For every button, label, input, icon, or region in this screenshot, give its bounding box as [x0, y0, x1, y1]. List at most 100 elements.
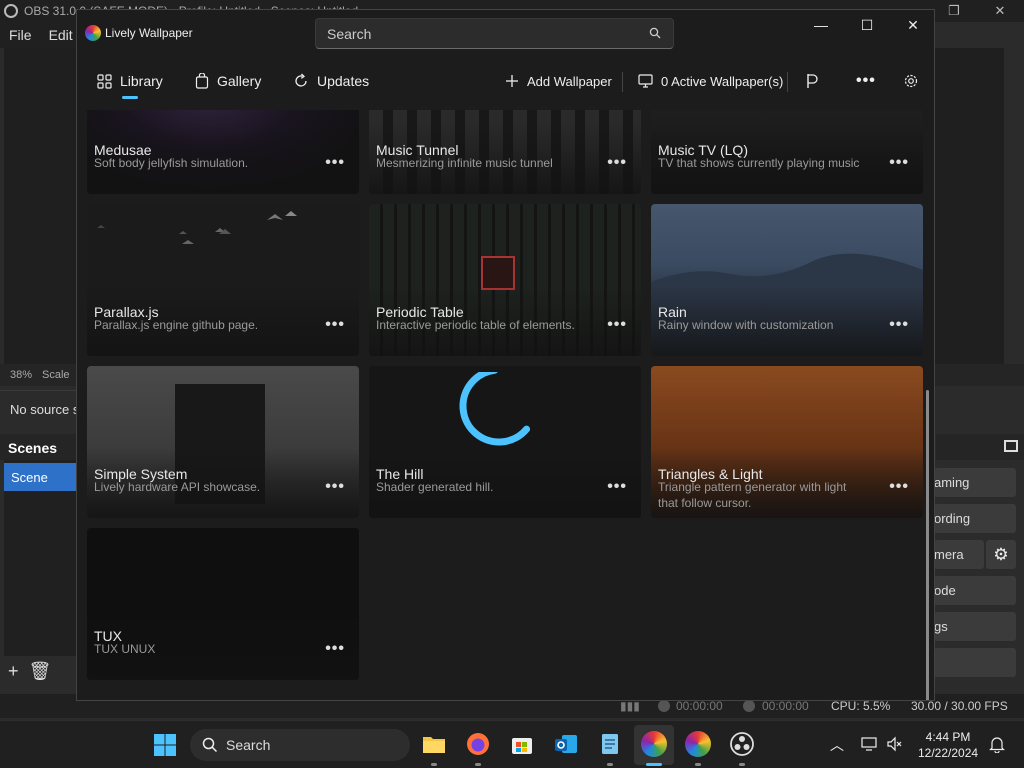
wallpaper-card[interactable]: Simple System Lively hardware API showca… [87, 366, 359, 518]
lively-nav-bar: Library Gallery Updates Add Wallpaper 0 … [77, 66, 934, 106]
wallpaper-more-icon[interactable]: ••• [889, 316, 909, 334]
wallpaper-more-icon[interactable]: ••• [889, 478, 909, 496]
firefox-icon[interactable] [465, 731, 491, 757]
menu-file[interactable]: File [9, 27, 32, 43]
lively-wallpaper-taskbar-icon[interactable] [641, 731, 667, 757]
wallpaper-description: Rainy window with customization [658, 318, 834, 332]
add-wallpaper-button[interactable]: Add Wallpaper [505, 66, 612, 96]
remove-scene-icon[interactable]: 🗑 [29, 661, 52, 682]
outlook-icon[interactable] [553, 731, 579, 757]
obs-scene-item[interactable]: Scene [4, 463, 76, 491]
minimize-icon[interactable]: — [798, 10, 844, 40]
wallpaper-more-icon[interactable]: ••• [889, 154, 909, 172]
virtual-camera-button[interactable]: mera [934, 540, 984, 569]
search-icon [202, 737, 218, 753]
wallpaper-more-icon[interactable]: ••• [325, 316, 345, 334]
virtual-camera-label: mera [934, 547, 964, 562]
active-wallpapers-label: 0 Active Wallpaper(s) [661, 73, 784, 89]
wallpaper-description: TUX UNUX [94, 642, 156, 656]
start-recording-label: ording [934, 511, 971, 526]
obs-preview-canvas-right [934, 48, 1004, 364]
taskbar: Search ︿ 4:44 PM 12/22/2024 [0, 720, 1024, 768]
exit-button[interactable] [934, 648, 1016, 677]
search-placeholder: Search [327, 26, 372, 42]
volume-muted-icon[interactable] [886, 736, 902, 752]
wallpaper-card[interactable]: TUX TUX UNUX ••• [87, 528, 359, 680]
close-icon[interactable]: ✕ [890, 10, 936, 40]
obs-preview-canvas-left [4, 48, 76, 364]
wallpaper-card[interactable]: Periodic Table Interactive periodic tabl… [369, 204, 641, 356]
taskbar-indicator [475, 763, 481, 766]
more-options-icon[interactable]: ••• [856, 66, 876, 96]
active-tab-indicator [122, 96, 138, 99]
active-wallpapers-button[interactable]: 0 Active Wallpaper(s) [638, 66, 783, 96]
obs-close-icon[interactable]: ✕ [980, 0, 1020, 22]
periodic-element-tile [481, 256, 515, 290]
microsoft-store-icon[interactable] [509, 731, 535, 757]
notepad-icon[interactable] [597, 731, 623, 757]
notification-bell-icon[interactable] [989, 736, 1005, 753]
wallpaper-description: Mesmerizing infinite music tunnel [376, 156, 553, 170]
wallpaper-card[interactable]: Triangles & Light Triangle pattern gener… [651, 366, 923, 518]
wallpaper-more-icon[interactable]: ••• [325, 640, 345, 658]
studio-mode-button[interactable]: ode [934, 576, 1016, 605]
tab-gallery[interactable]: Gallery [195, 66, 261, 96]
taskbar-search-box[interactable]: Search [190, 729, 410, 761]
updates-refresh-icon [295, 73, 307, 87]
virtual-camera-settings-gear-icon[interactable]: ⚙ [986, 540, 1016, 569]
wallpaper-card[interactable]: Medusae Soft body jellyfish simulation. … [87, 110, 359, 194]
settings-gear-icon[interactable] [903, 66, 927, 96]
record-status-icon [743, 700, 755, 712]
wallpaper-description: Parallax.js engine github page. [94, 318, 259, 332]
wallpaper-description: Lively hardware API showcase. [94, 480, 261, 494]
wallpaper-more-icon[interactable]: ••• [607, 316, 627, 334]
maximize-icon[interactable]: ☐ [844, 10, 890, 40]
taskbar-clock[interactable]: 4:44 PM 12/22/2024 [918, 729, 978, 761]
tray-overflow-chevron-icon[interactable]: ︿ [830, 735, 844, 755]
obs-menubar: File Edit [0, 22, 80, 48]
loading-spinner-icon [459, 372, 539, 446]
flag-icon [807, 74, 818, 88]
cpu-usage: CPU: 5.5% [831, 699, 891, 713]
wallpaper-card[interactable]: Music TV (LQ) TV that shows currently pl… [651, 110, 923, 194]
library-scrollbar[interactable] [926, 390, 929, 700]
tab-library[interactable]: Library [97, 66, 163, 96]
wallpaper-more-icon[interactable]: ••• [607, 154, 627, 172]
dock-float-icon[interactable] [1004, 440, 1018, 452]
menu-edit[interactable]: Edit [49, 27, 73, 43]
wallpaper-card[interactable]: Parallax.js Parallax.js engine github pa… [87, 204, 359, 356]
gallery-bag-icon [195, 73, 209, 89]
screen-layout-button[interactable] [805, 66, 829, 96]
studio-mode-label: ode [934, 583, 956, 598]
obs-controls-header [936, 434, 1024, 460]
lively-window: Lively Wallpaper Search — ☐ ✕ Library Ga… [76, 9, 935, 701]
start-streaming-button[interactable]: aming [934, 468, 1016, 497]
obs-restore-icon[interactable]: ❐ [934, 0, 974, 22]
lively-logo-icon [85, 25, 101, 41]
library-search-input[interactable]: Search [315, 18, 674, 49]
settings-button[interactable]: gs [934, 612, 1016, 641]
fps-readout: 30.00 / 30.00 FPS [911, 699, 1008, 713]
file-explorer-icon[interactable] [421, 731, 447, 757]
obs-studio-icon[interactable] [729, 731, 755, 757]
wallpaper-more-icon[interactable]: ••• [325, 154, 345, 172]
wallpaper-card[interactable]: Music Tunnel Mesmerizing infinite music … [369, 110, 641, 194]
signal-icon: ▮▮▮ [620, 699, 640, 713]
add-scene-icon[interactable]: + [8, 661, 19, 682]
wallpaper-more-icon[interactable]: ••• [325, 478, 345, 496]
network-monitor-icon[interactable] [861, 737, 877, 751]
tab-updates-label: Updates [317, 73, 370, 89]
taskbar-indicator-active [646, 763, 662, 766]
obs-scale-label[interactable]: Scale [42, 369, 70, 381]
wallpaper-description: TV that shows currently playing music [658, 156, 860, 170]
wallpaper-card[interactable]: Rain Rainy window with customization ••• [651, 204, 923, 356]
monitor-icon [638, 74, 653, 88]
wallpaper-more-icon[interactable]: ••• [607, 478, 627, 496]
wallpaper-description: Triangle pattern generator with light th… [658, 480, 847, 510]
tab-updates[interactable]: Updates [293, 66, 369, 96]
start-recording-button[interactable]: ording [934, 504, 1016, 533]
nav-separator [622, 72, 623, 92]
windows-start-icon[interactable] [153, 733, 177, 757]
lively-tray-app-icon[interactable] [685, 731, 711, 757]
wallpaper-description: Shader generated hill. [376, 480, 494, 494]
